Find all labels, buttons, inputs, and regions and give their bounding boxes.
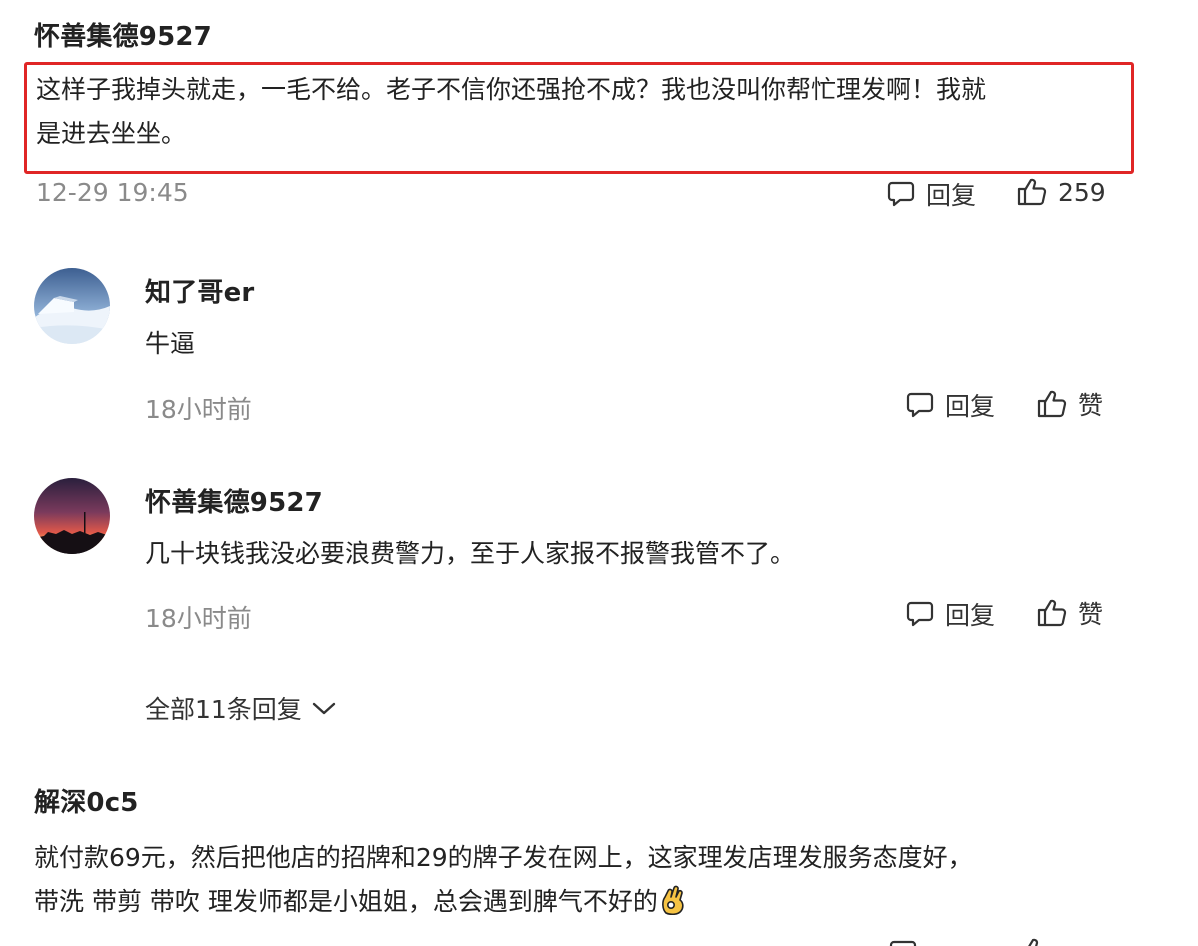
expand-replies-button[interactable]: 全部11条回复 bbox=[145, 690, 338, 726]
reply-username[interactable]: 知了哥er bbox=[145, 272, 254, 309]
reply-button[interactable]: 回复 bbox=[886, 176, 976, 212]
thumbs-up-icon bbox=[1016, 176, 1048, 208]
comment-text-line: 是进去坐坐。 bbox=[36, 119, 187, 148]
chevron-down-icon bbox=[310, 698, 338, 718]
reply-username[interactable]: 怀善集德9527 bbox=[145, 482, 323, 519]
ok-hand-emoji-icon bbox=[660, 885, 686, 915]
comment-time: 12-29 19:45 bbox=[36, 178, 189, 207]
thumbs-up-icon bbox=[1036, 388, 1068, 420]
avatar[interactable] bbox=[34, 268, 110, 344]
like-button[interactable]: 赞 bbox=[1036, 595, 1103, 631]
reply-button[interactable]: 回复 bbox=[905, 387, 995, 423]
comment-text: 这样子我掉头就走，一毛不给。老子不信你还强抢不成？我也没叫你帮忙理发啊！我就 是… bbox=[36, 68, 1126, 156]
like-label: 赞 bbox=[1078, 600, 1104, 629]
snow-hill-avatar-icon bbox=[34, 268, 110, 344]
comment-text: 就付款69元，然后把他店的招牌和29的牌子发在网上，这家理发店理发服务态度好， … bbox=[34, 836, 1174, 924]
like-button[interactable]: 赞 bbox=[1036, 386, 1103, 422]
like-count: 259 bbox=[1058, 177, 1106, 207]
expand-replies-label: 全部11条回复 bbox=[145, 695, 302, 724]
comment-text-line: 就付款69元，然后把他店的招牌和29的牌子发在网上，这家理发店理发服务态度好， bbox=[34, 843, 973, 872]
sunset-avatar-icon bbox=[34, 478, 110, 554]
reply-time: 18小时前 bbox=[145, 395, 252, 424]
comment-bubble-icon bbox=[905, 390, 935, 420]
reply-time: 18小时前 bbox=[145, 604, 252, 633]
thumbs-up-icon bbox=[1018, 938, 1050, 946]
reply-text: 牛逼 bbox=[145, 329, 196, 358]
reply-button[interactable]: 回复 bbox=[905, 596, 995, 632]
comment-username[interactable]: 解深0c5 bbox=[34, 782, 139, 819]
like-label: 赞 bbox=[1078, 391, 1104, 420]
comment-text-line: 带洗 带剪 带吹 理发师都是小姐姐，总会遇到脾气不好的 bbox=[34, 880, 1174, 924]
comment-text-line: 这样子我掉头就走，一毛不给。老子不信你还强抢不成？我也没叫你帮忙理发啊！我就 bbox=[36, 75, 987, 104]
partial-action-row bbox=[888, 938, 1068, 946]
like-button[interactable]: 259 bbox=[1016, 176, 1106, 208]
reply-label: 回复 bbox=[945, 601, 996, 630]
reply-label: 回复 bbox=[926, 181, 977, 210]
avatar[interactable] bbox=[34, 478, 110, 554]
reply-text: 几十块钱我没必要浪费警力，至于人家报不报警我管不了。 bbox=[145, 539, 796, 568]
reply-label: 回复 bbox=[945, 392, 996, 421]
comment-text-segment: 带洗 带剪 带吹 理发师都是小姐姐，总会遇到脾气不好的 bbox=[34, 887, 658, 916]
comment-bubble-icon bbox=[888, 938, 918, 946]
comment-username[interactable]: 怀善集德9527 bbox=[34, 16, 212, 53]
thumbs-up-icon bbox=[1036, 597, 1068, 629]
comment-bubble-icon bbox=[886, 179, 916, 209]
comment-bubble-icon bbox=[905, 599, 935, 629]
